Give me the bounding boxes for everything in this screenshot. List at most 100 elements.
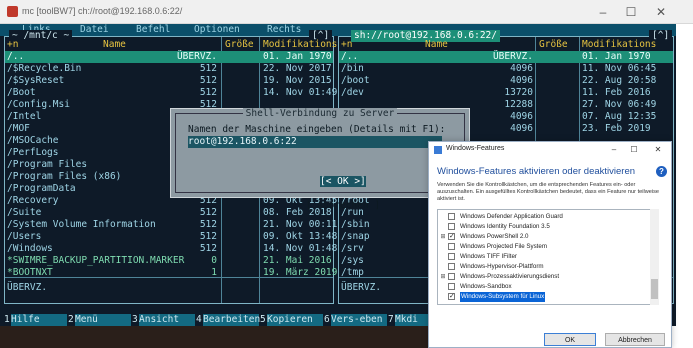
feature-item[interactable]: ⊞ Windows-Prozessaktivierungsdienst xyxy=(438,272,658,282)
fkey-kopieren-button[interactable]: Kopieren xyxy=(267,314,323,326)
feature-label: Windows Identity Foundation 3.5 xyxy=(460,223,550,230)
fkey-ansicht-button[interactable]: Ansicht xyxy=(139,314,195,326)
column-header-name[interactable]: Name xyxy=(425,39,448,51)
file-row[interactable]: /.. ÜBERVZ. 01. Jan 1970 xyxy=(339,51,673,63)
file-row[interactable]: /Windows 512 14. Nov 01:48 xyxy=(5,243,337,255)
expand-icon[interactable] xyxy=(440,264,446,270)
feature-label: Windows-Sandbox xyxy=(460,283,512,290)
feature-checkbox[interactable] xyxy=(448,292,455,302)
file-size: ÜBERVZ. xyxy=(176,51,217,62)
fkey-vers-eben-button[interactable]: Vers-eben xyxy=(331,314,387,326)
file-name: /Windows xyxy=(7,243,53,254)
file-row[interactable]: /Boot 512 14. Nov 01:49 xyxy=(5,87,337,99)
fkey-number: 1 xyxy=(4,314,10,325)
feature-checkbox[interactable] xyxy=(448,243,455,250)
sort-indicator[interactable]: +n xyxy=(341,39,352,51)
feature-checkbox[interactable] xyxy=(448,253,455,260)
expand-icon[interactable] xyxy=(440,284,446,290)
file-size: 4096 xyxy=(510,111,533,122)
file-time: 23. Feb 2019 xyxy=(582,123,651,134)
menu-optionen[interactable]: Optionen xyxy=(192,24,242,36)
feature-label: Windows PowerShell 2.0 xyxy=(460,233,529,240)
features-ok-button[interactable]: OK xyxy=(544,333,596,346)
fkey-hilfe-button[interactable]: Hilfe xyxy=(11,314,67,326)
file-time: 01. Jan 1970 xyxy=(582,51,651,62)
expand-icon[interactable]: ⊞ xyxy=(440,234,446,240)
feature-item[interactable]: Windows-Subsystem für Linux xyxy=(438,292,658,302)
file-row[interactable]: /boot 4096 22. Aug 20:58 xyxy=(339,75,673,87)
expand-icon[interactable] xyxy=(440,224,446,230)
feature-checkbox[interactable] xyxy=(448,273,455,280)
file-name: /snap xyxy=(341,231,370,242)
fkey-bearbeiten-button[interactable]: Bearbeiten xyxy=(203,314,260,326)
feature-checkbox[interactable] xyxy=(448,263,455,270)
file-row[interactable]: *SWIMRE_BACKUP_PARTITION.MARKER 0 21. Mai … xyxy=(5,255,333,267)
minimize-button[interactable]: – xyxy=(590,4,616,20)
file-name: /Boot xyxy=(7,87,36,98)
file-name: /PerfLogs xyxy=(7,147,59,158)
host-input[interactable]: root@192.168.0.6:22 xyxy=(188,136,442,148)
maximize-button[interactable]: ☐ xyxy=(618,4,644,20)
feature-checkbox[interactable] xyxy=(448,283,455,290)
file-name: /Config.Msi xyxy=(7,99,70,110)
features-cancel-button[interactable]: Abbrechen xyxy=(605,333,665,346)
cancel-button[interactable]: [ Abbrechen ] xyxy=(306,200,380,211)
help-icon[interactable]: ? xyxy=(656,166,667,177)
windows-features-dialog[interactable]: Windows-Features – ☐ ✕ Windows-Features … xyxy=(428,141,672,348)
file-row[interactable]: /$SysReset 512 19. Nov 2015 xyxy=(5,75,333,87)
shell-connection-dialog[interactable]: Shell-Verbindung zu Server Namen der Mas… xyxy=(170,108,470,211)
file-name: /dev xyxy=(341,87,364,98)
file-name: /$Recycle.Bin xyxy=(7,63,82,74)
column-header-name[interactable]: Name xyxy=(103,39,126,51)
features-maximize-button[interactable]: ☐ xyxy=(627,144,641,156)
column-header-size[interactable]: Größe xyxy=(225,39,254,51)
file-row[interactable]: /bin 4096 11. Nov 06:45 xyxy=(339,63,673,75)
sort-indicator[interactable]: +n xyxy=(7,39,18,51)
column-header-size[interactable]: Größe xyxy=(539,39,568,51)
scrollbar-thumb[interactable] xyxy=(651,279,658,299)
expand-icon[interactable] xyxy=(440,244,446,250)
features-scrollbar[interactable] xyxy=(650,209,659,305)
feature-item[interactable]: Windows-Sandbox xyxy=(438,282,658,292)
features-tree-list[interactable]: Windows Defender Application Guard Window… xyxy=(437,209,659,305)
expand-icon[interactable]: ⊞ xyxy=(440,274,446,280)
mc-window-titlebar[interactable]: mc [toolBW7] ch://root@192.168.0.6:22/ –… xyxy=(0,0,693,24)
fkey-menü-button[interactable]: Menü xyxy=(75,314,131,326)
feature-item[interactable]: Windows TIFF IFilter xyxy=(438,252,658,262)
file-size: 512 xyxy=(199,243,217,254)
feature-item[interactable]: Windows Defender Application Guard xyxy=(438,212,658,222)
feature-label: Windows-Prozessaktivierungsdienst xyxy=(460,273,560,280)
column-header-time[interactable]: Modifikations xyxy=(582,39,656,51)
right-panel-status: ÜBERVZ. xyxy=(341,282,382,293)
file-row[interactable]: /dev 13720 11. Feb 2016 xyxy=(339,87,673,99)
feature-checkbox[interactable] xyxy=(448,232,455,242)
file-row[interactable]: /$Recycle.Bin 512 22. Nov 2017 xyxy=(5,63,333,75)
fkey-number: 6 xyxy=(324,314,330,325)
feature-checkbox[interactable] xyxy=(448,213,455,220)
feature-checkbox[interactable] xyxy=(448,223,455,230)
file-name: /Intel xyxy=(7,111,42,122)
features-close-button[interactable]: ✕ xyxy=(651,144,665,156)
fkey-number: 2 xyxy=(68,314,74,325)
feature-item[interactable]: Windows Projected File System xyxy=(438,242,658,252)
file-row[interactable]: /.. ÜBERVZ. 01. Jan 1970 xyxy=(5,51,333,63)
file-name: /srv xyxy=(341,243,364,254)
file-row[interactable]: /Users 512 09. Okt 13:48 xyxy=(5,231,337,243)
fkey-number: 3 xyxy=(132,314,138,325)
features-titlebar[interactable]: Windows-Features – ☐ ✕ xyxy=(429,142,671,158)
menu-befehl[interactable]: Befehl xyxy=(134,24,172,36)
dialog-prompt: Namen der Maschine eingeben (Details mit… xyxy=(188,124,446,135)
expand-icon[interactable] xyxy=(440,294,446,300)
column-header-time[interactable]: Modifikations xyxy=(263,39,337,51)
features-minimize-button[interactable]: – xyxy=(607,144,621,156)
close-button[interactable]: ✕ xyxy=(648,4,674,20)
file-size: 0 xyxy=(211,255,217,266)
feature-item[interactable]: Windows Identity Foundation 3.5 xyxy=(438,222,658,232)
expand-icon[interactable] xyxy=(440,214,446,220)
menu-rechts[interactable]: Rechts xyxy=(265,24,303,36)
ok-button[interactable]: [< OK >] xyxy=(320,176,366,187)
menu-datei[interactable]: Datei xyxy=(78,24,111,36)
feature-item[interactable]: Windows-Hypervisor-Plattform xyxy=(438,262,658,272)
expand-icon[interactable] xyxy=(440,254,446,260)
feature-item[interactable]: ⊞ Windows PowerShell 2.0 xyxy=(438,232,658,242)
